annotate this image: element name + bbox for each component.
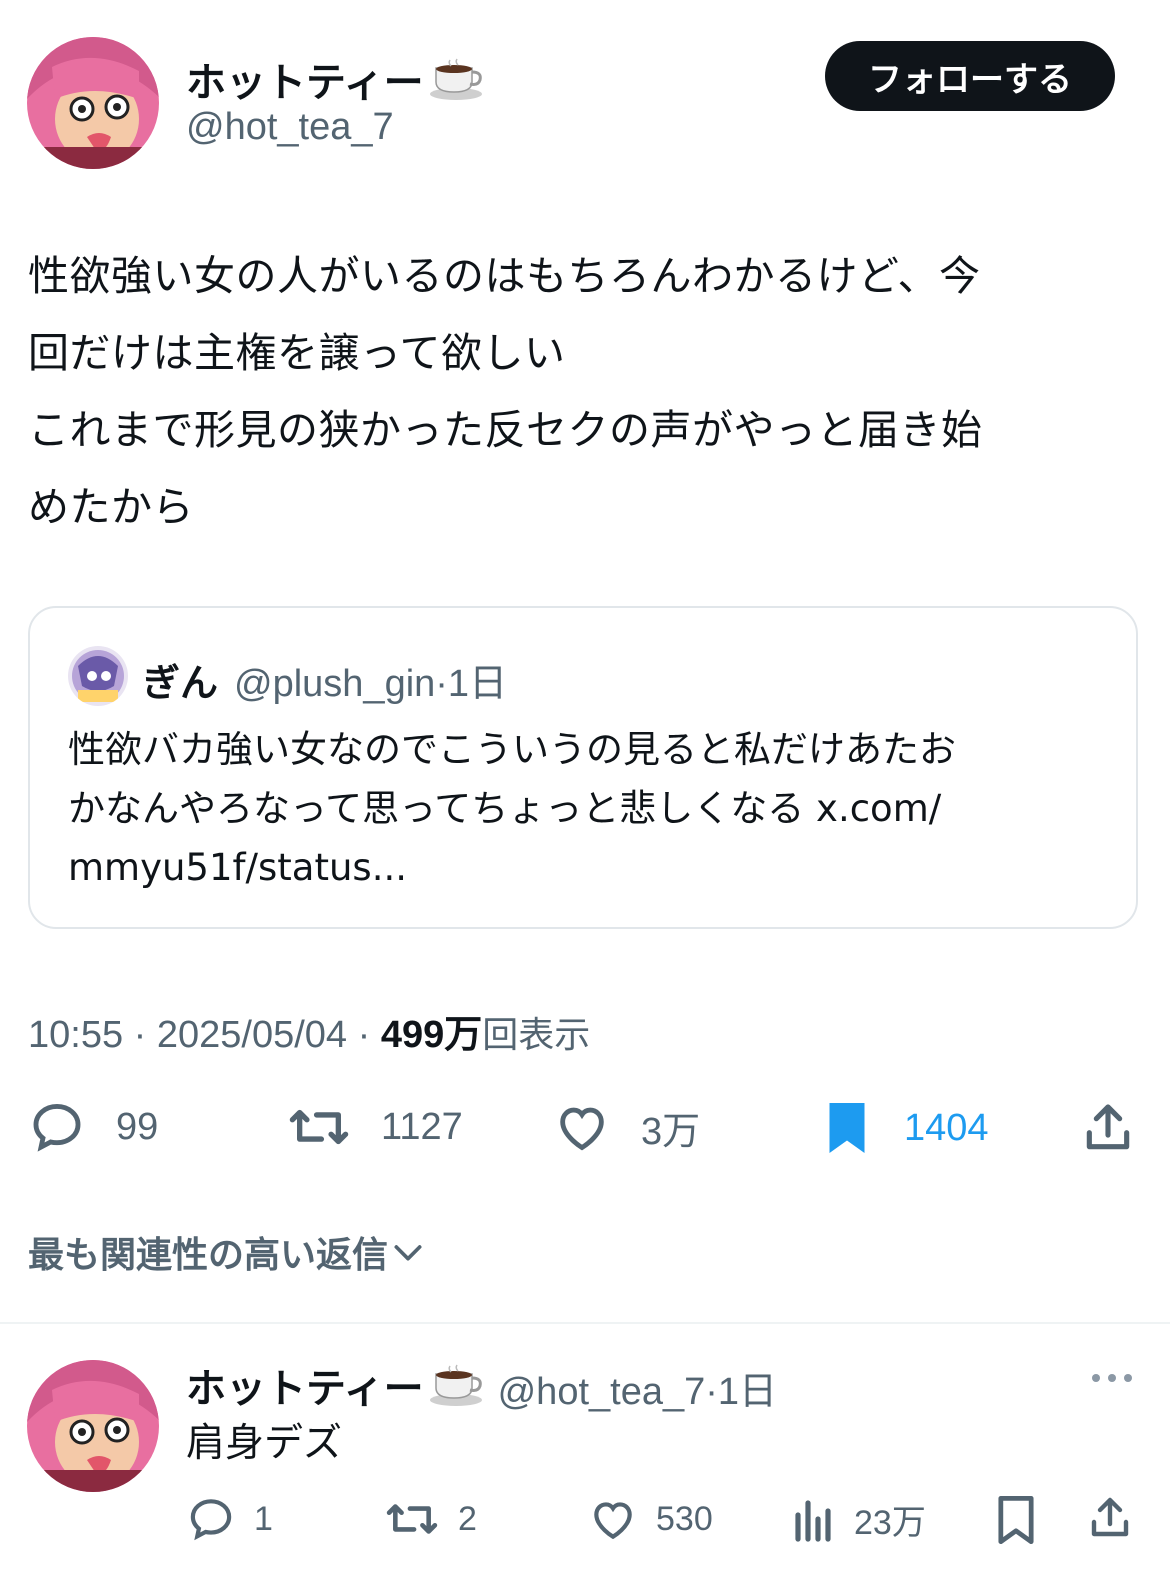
reply-views-count: 23万 bbox=[854, 1503, 926, 1542]
reply-views-button[interactable]: 23万 bbox=[792, 1494, 926, 1544]
reply-share-button[interactable] bbox=[1086, 1494, 1134, 1542]
tweet-text: 性欲強い女の人がいるのはもちろんわかるけど、今 回だけは主権を譲って欲しい これ… bbox=[28, 252, 983, 531]
reply-like-count: 530 bbox=[656, 1499, 713, 1538]
chevron-down-icon bbox=[394, 1245, 422, 1261]
more-icon[interactable] bbox=[1090, 1370, 1134, 1390]
quote-author-avatar[interactable] bbox=[68, 646, 128, 706]
tweet-time: 10:55 bbox=[28, 1014, 124, 1056]
reply-author-handle[interactable]: @hot_tea_7·1日 bbox=[498, 1360, 777, 1415]
reply-reply-count: 1 bbox=[254, 1499, 273, 1538]
like-icon bbox=[594, 1502, 632, 1540]
bookmark-icon bbox=[998, 1495, 1034, 1545]
bookmark-icon bbox=[829, 1103, 865, 1153]
author-avatar[interactable] bbox=[27, 37, 159, 169]
coffee-icon bbox=[428, 58, 484, 112]
reply-text: 肩身デズ bbox=[186, 1421, 343, 1466]
reply-button[interactable]: 99 bbox=[28, 1098, 158, 1156]
quote-author-handle[interactable]: @plush_gin·1日 bbox=[234, 652, 507, 707]
retweet-icon bbox=[289, 1109, 349, 1145]
tweet-meta: 10:55 · 2025/05/04 · 499万回表示 bbox=[28, 1014, 591, 1056]
divider bbox=[0, 1322, 1170, 1324]
reply-count: 99 bbox=[116, 1105, 159, 1148]
reply-retweet-button[interactable]: 2 bbox=[384, 1494, 477, 1544]
reply-retweet-count: 2 bbox=[458, 1499, 477, 1538]
quote-text: 性欲バカ強い女なのでこういうの見ると私だけあたお かなんやろなって思ってちょっと… bbox=[68, 728, 956, 889]
quote-age: ·1日 bbox=[435, 663, 508, 705]
share-button[interactable] bbox=[1080, 1100, 1136, 1156]
reply-icon bbox=[190, 1499, 232, 1541]
like-count: 3万 bbox=[641, 1110, 701, 1153]
follow-button[interactable]: フォローする bbox=[825, 41, 1115, 111]
reply-icon bbox=[33, 1104, 81, 1152]
bookmark-button[interactable]: 1404 bbox=[820, 1098, 989, 1158]
reply-header: ホットティー @hot_tea_7·1日 bbox=[186, 1356, 777, 1418]
like-button[interactable]: 3万 bbox=[553, 1098, 700, 1156]
retweet-count: 1127 bbox=[381, 1105, 463, 1148]
views-label: 回表示 bbox=[482, 1015, 591, 1056]
bookmark-count: 1404 bbox=[904, 1106, 989, 1149]
author-name[interactable]: ホットティー bbox=[186, 50, 484, 112]
quote-header: ぎん @plush_gin·1日 bbox=[142, 652, 507, 707]
reply-author-name[interactable]: ホットティー bbox=[186, 1356, 484, 1418]
quoted-tweet[interactable]: ぎん @plush_gin·1日 性欲バカ強い女なのでこういうの見ると私だけあた… bbox=[28, 606, 1138, 929]
views-icon bbox=[795, 1500, 831, 1542]
reply-like-button[interactable]: 530 bbox=[588, 1494, 713, 1544]
retweet-button[interactable]: 1127 bbox=[287, 1098, 463, 1156]
replies-sort-label: 最も関連性の高い返信 bbox=[28, 1235, 389, 1276]
quote-author-name[interactable]: ぎん bbox=[142, 652, 218, 707]
reply-age: ·1日 bbox=[705, 1370, 778, 1413]
coffee-icon bbox=[428, 1364, 484, 1418]
reply-author-avatar[interactable] bbox=[27, 1360, 159, 1492]
tweet-date: 2025/05/04 bbox=[156, 1014, 348, 1056]
views-count: 499万 bbox=[380, 1014, 483, 1056]
reply-bookmark-button[interactable] bbox=[994, 1494, 1038, 1546]
author-handle[interactable]: @hot_tea_7 bbox=[186, 106, 394, 149]
share-icon bbox=[1091, 1497, 1129, 1537]
like-icon bbox=[560, 1107, 604, 1151]
replies-sort-dropdown[interactable]: 最も関連性の高い返信 bbox=[28, 1226, 428, 1278]
share-icon bbox=[1086, 1104, 1130, 1150]
retweet-icon bbox=[386, 1504, 438, 1534]
reply-reply-button[interactable]: 1 bbox=[186, 1494, 273, 1544]
